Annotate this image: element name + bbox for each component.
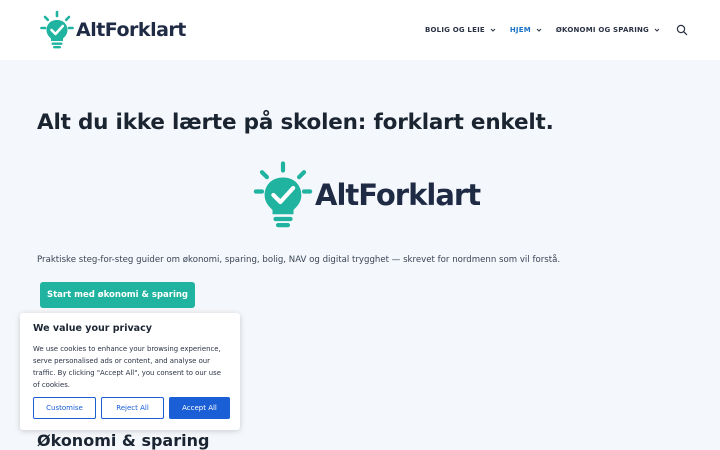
hero-logo-text: AltForklart [315,178,481,212]
chevron-down-icon [490,28,496,32]
chevron-down-icon [536,28,542,32]
start-okonomi-button[interactable]: Start med økonomi & sparing [40,282,195,308]
accept-all-button[interactable]: Accept All [169,397,230,419]
search-icon[interactable] [676,24,688,36]
chevron-down-icon [654,28,660,32]
nav-item-label: ØKONOMI OG SPARING [555,26,649,34]
hero-logo: AltForklart [252,160,481,230]
customise-button[interactable]: Customise [33,397,96,419]
site-logo[interactable]: AltForklart [40,10,186,50]
nav-item-hjem[interactable]: HJEM [510,26,542,34]
page-title: Alt du ikke lærte på skolen: forklart en… [37,110,554,135]
lightbulb-check-icon [253,161,313,228]
lightbulb-check-icon [40,10,74,49]
cookie-title: We value your privacy [33,323,152,334]
nav-item-label: HJEM [509,26,531,34]
section-title-okonomi: Økonomi & sparing [37,431,210,450]
nav-item-okonomi-og-sparing[interactable]: ØKONOMI OG SPARING [556,26,660,34]
main-nav: BOLIG OG LEIE HJEM ØKONOMI OG SPARING [411,0,688,60]
nav-item-label: BOLIG OG LEIE [424,26,485,34]
cookie-text: We use cookies to enhance your browsing … [33,345,221,389]
site-header: AltForklart BOLIG OG LEIE HJEM ØKONOMI O… [0,0,720,60]
nav-item-bolig-og-leie[interactable]: BOLIG OG LEIE [425,26,496,34]
logo-text: AltForklart [76,19,186,41]
cookie-consent-banner: We value your privacy We use cookies to … [20,313,240,430]
tagline: Praktiske steg-for-steg guider om økonom… [37,255,561,265]
reject-all-button[interactable]: Reject All [101,397,164,419]
cookie-button-row: Customise Reject All Accept All [33,397,230,419]
